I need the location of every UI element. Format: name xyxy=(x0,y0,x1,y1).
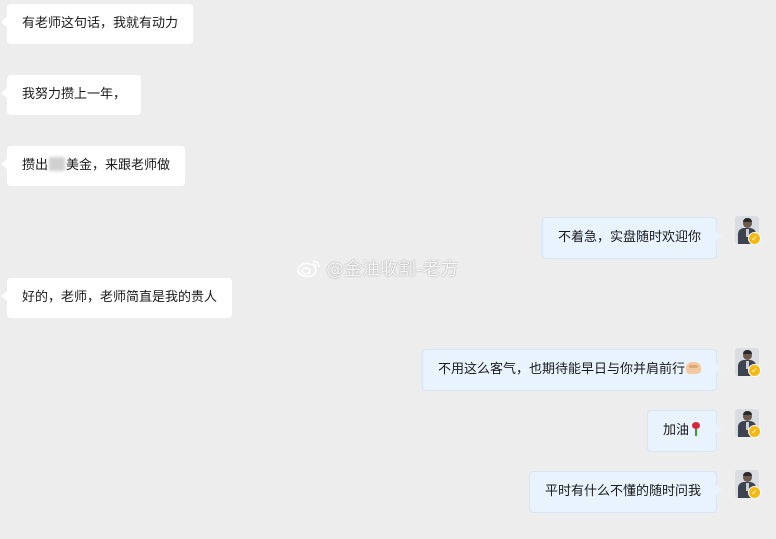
avatar[interactable]: ✓ xyxy=(735,409,761,438)
message-text-after: 美金，来跟老师做 xyxy=(66,158,171,173)
avatar[interactable]: ✓ xyxy=(735,348,761,377)
avatar[interactable]: ✓ xyxy=(735,470,761,499)
message-bubble-incoming[interactable]: 有老师这句话，我就有动力 xyxy=(0,4,194,44)
avatar[interactable]: ✓ xyxy=(735,216,761,245)
message-text: 我努力攒上一年， xyxy=(22,87,127,102)
verified-badge-icon: ✓ xyxy=(748,486,761,499)
message-text: 不用这么客气，也期待能早日与你并肩前行 xyxy=(437,362,685,377)
redacted-mosaic xyxy=(49,157,66,171)
rose-emoji-icon xyxy=(691,422,701,436)
message-text: 加油 xyxy=(662,423,689,438)
message-text: 平时有什么不懂的随时问我 xyxy=(544,484,701,499)
handshake-emoji-icon xyxy=(686,362,701,374)
weibo-icon xyxy=(297,260,320,278)
verified-badge-icon: ✓ xyxy=(748,232,761,245)
watermark-text: @金油收割-老方 xyxy=(326,259,459,280)
message-text: 不着急，实盘随时欢迎你 xyxy=(557,230,701,245)
message-text-before: 攒出 xyxy=(22,158,49,173)
verified-badge-icon: ✓ xyxy=(748,364,761,377)
message-bubble-incoming[interactable]: 好的，老师，老师简直是我的贵人 xyxy=(0,278,233,318)
message-text: 好的，老师，老师简直是我的贵人 xyxy=(22,290,218,305)
message-bubble-outgoing[interactable]: 不用这么客气，也期待能早日与你并肩前行 xyxy=(421,349,723,391)
message-bubble-outgoing[interactable]: 平时有什么不懂的随时问我 xyxy=(528,471,723,513)
watermark: @金油收割-老方 xyxy=(296,258,459,282)
message-bubble-outgoing[interactable]: 加油 xyxy=(646,410,723,452)
message-bubble-incoming[interactable]: 我努力攒上一年， xyxy=(0,75,142,115)
message-text: 有老师这句话，我就有动力 xyxy=(22,16,179,31)
message-bubble-outgoing[interactable]: 不着急，实盘随时欢迎你 xyxy=(541,217,723,259)
verified-badge-icon: ✓ xyxy=(748,425,761,438)
message-bubble-incoming[interactable]: 攒出 美金，来跟老师做 xyxy=(0,146,186,186)
